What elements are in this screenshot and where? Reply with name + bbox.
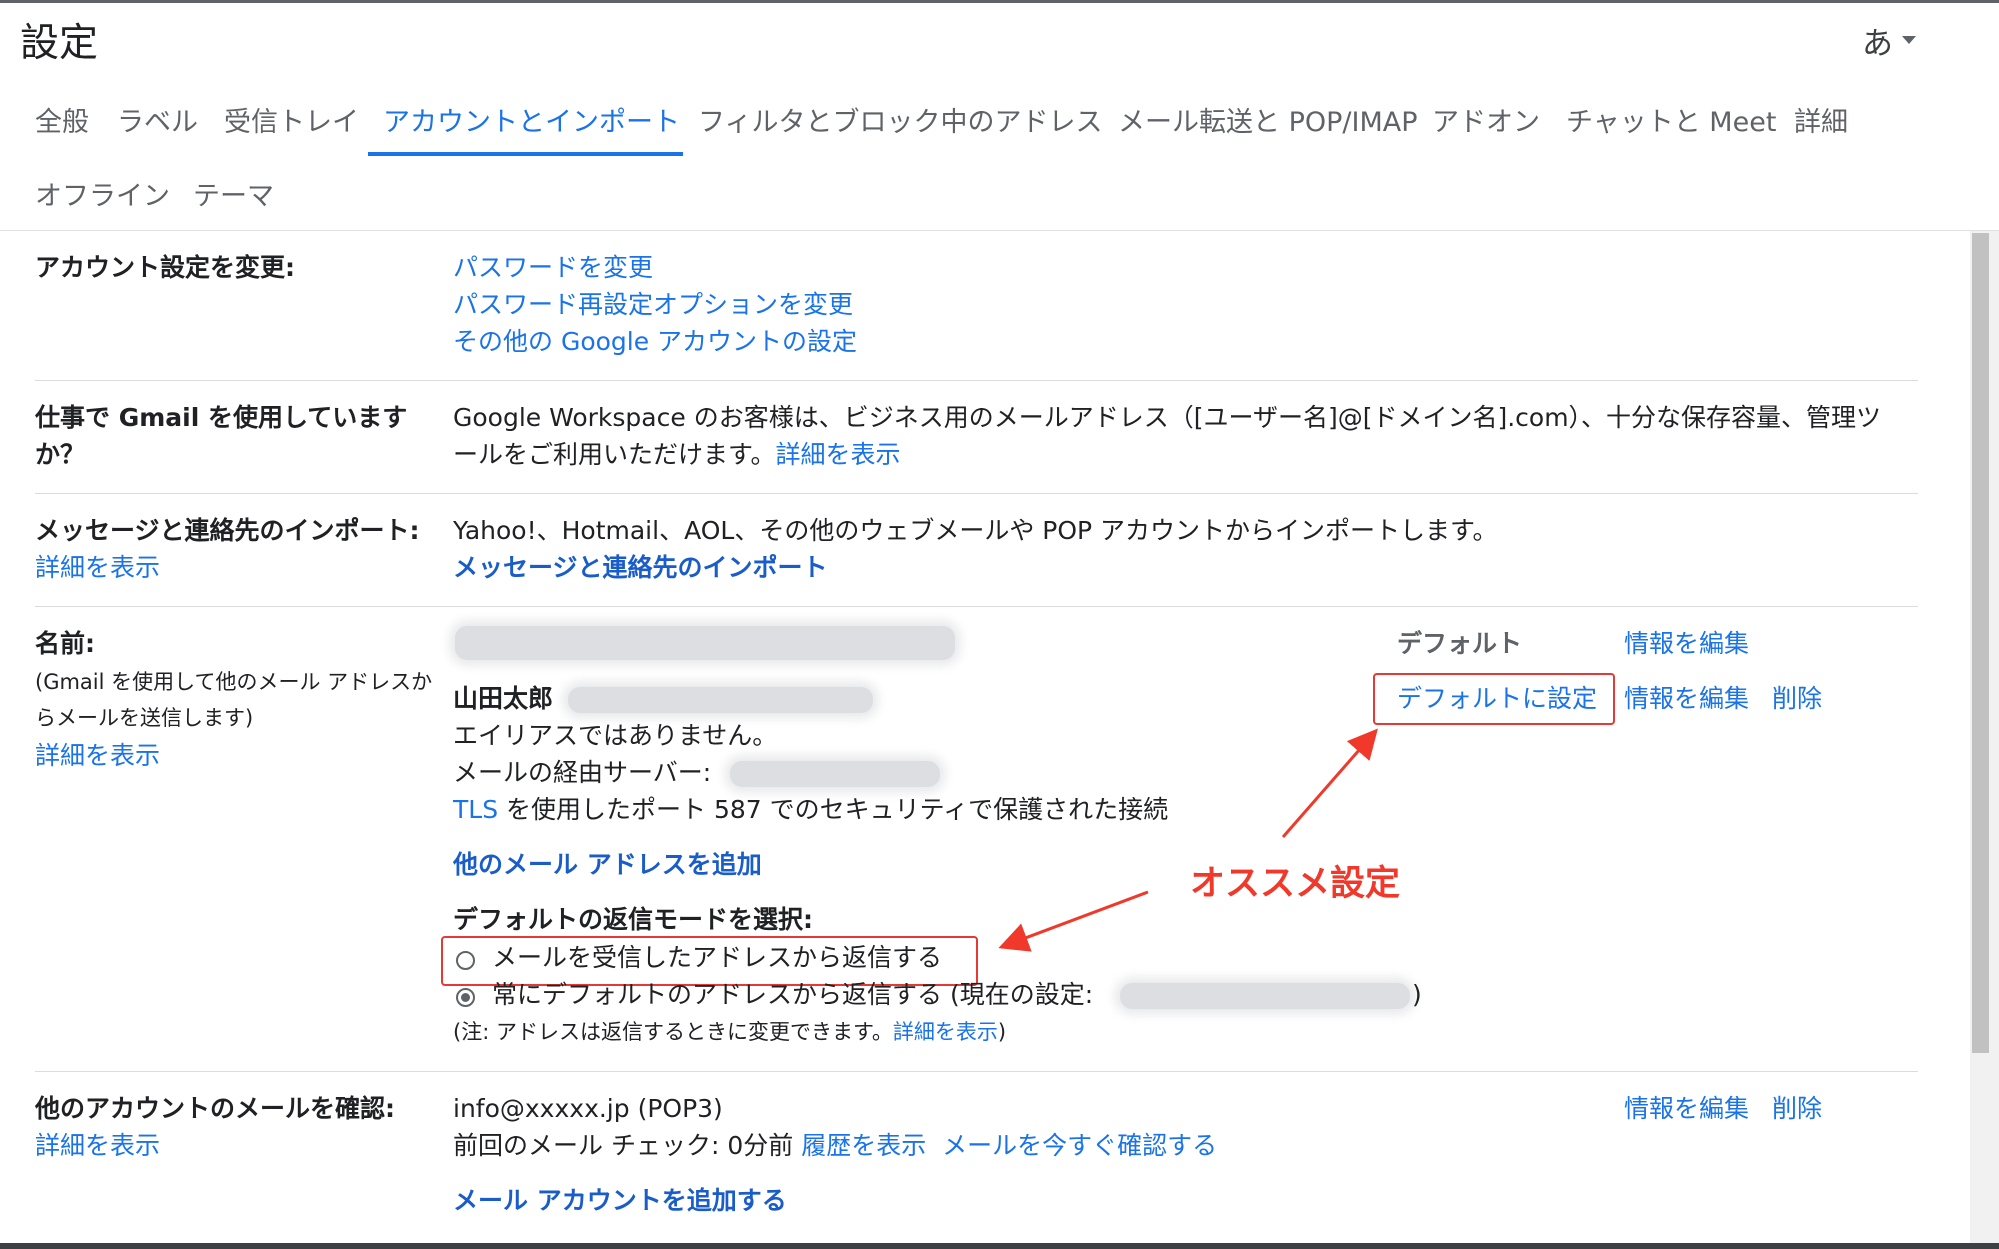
- tab-chat-meet[interactable]: チャットと Meet: [1566, 100, 1776, 139]
- last-check-row: 前回のメール チェック: 0分前 履歴を表示 メールを今すぐ確認する: [453, 1131, 1218, 1160]
- reply-note-learn-more-link[interactable]: 詳細を表示: [893, 1020, 998, 1044]
- tab-addons[interactable]: アドオン: [1432, 100, 1540, 139]
- change-password-link[interactable]: パスワードを変更: [453, 250, 653, 286]
- reply-from-default-radio[interactable]: [456, 988, 475, 1007]
- edit-info-link[interactable]: 情報を編集: [1624, 681, 1749, 717]
- tab-accounts-import[interactable]: アカウントとインポート: [383, 100, 680, 139]
- sendas-learn-more-link[interactable]: 詳細を表示: [35, 738, 160, 774]
- view-history-link[interactable]: 履歴を表示: [801, 1131, 926, 1160]
- section-divider: [35, 380, 1918, 381]
- tabs-divider: [0, 230, 1999, 231]
- workspace-label-cont: か？: [35, 440, 86, 469]
- tab-advanced[interactable]: 詳細: [1794, 100, 1848, 139]
- redacted-address: [455, 626, 955, 660]
- edit-info-link[interactable]: 情報を編集: [1624, 1091, 1749, 1127]
- input-tools-button[interactable]: あ: [1862, 18, 1893, 63]
- add-mail-account-link[interactable]: メール アカウントを追加する: [453, 1183, 787, 1219]
- recommended-annotation: オススメ設定: [1190, 864, 1401, 904]
- annotation-arrows: [998, 728, 1378, 952]
- default-column-header: デフォルト: [1397, 629, 1523, 658]
- google-account-settings-link[interactable]: その他の Google アカウントの設定: [453, 324, 857, 360]
- import-description: Yahoo!、Hotmail、AOL、その他のウェブメールや POP アカウント…: [453, 516, 1498, 545]
- reply-from-default-label[interactable]: 常にデフォルトのアドレスから返信する (現在の設定:: [492, 977, 1093, 1013]
- reply-option-close-paren: ): [1412, 980, 1422, 1009]
- sendas-description: (Gmail を使用して他のメール アドレスか: [35, 670, 433, 694]
- import-label: メッセージと連絡先のインポート:: [35, 516, 420, 545]
- section-divider: [35, 606, 1918, 607]
- check-mail-label: 他のアカウントのメールを確認:: [35, 1094, 395, 1123]
- tab-offline[interactable]: オフライン: [35, 174, 170, 213]
- chevron-down-icon[interactable]: [1902, 36, 1916, 44]
- no-alias-text: エイリアスではありません。: [453, 721, 778, 750]
- tab-themes[interactable]: テーマ: [193, 174, 274, 213]
- delete-link[interactable]: 削除: [1772, 681, 1822, 717]
- redacted-address: [1120, 983, 1410, 1009]
- redacted-address: [568, 687, 873, 713]
- reply-mode-label: デフォルトの返信モードを選択:: [453, 905, 813, 934]
- check-mail-now-link[interactable]: メールを今すぐ確認する: [942, 1131, 1217, 1160]
- highlight-box: [1373, 673, 1615, 725]
- via-server-text: メールの経由サーバー:: [453, 758, 712, 787]
- tab-forwarding-pop-imap[interactable]: メール転送と POP/IMAP: [1118, 100, 1418, 139]
- window-bottom-border: [0, 1243, 1999, 1249]
- change-recovery-link[interactable]: パスワード再設定オプションを変更: [453, 287, 853, 323]
- workspace-description-cont: ールをご利用いただけます。詳細を表示: [453, 440, 901, 469]
- workspace-label: 仕事で Gmail を使用しています: [35, 403, 408, 432]
- sendas-description-cont: らメールを送信します): [35, 706, 254, 730]
- workspace-description: Google Workspace のお客様は、ビジネス用のメールアドレス（[ユー…: [453, 403, 1882, 432]
- account-settings-label: アカウント設定を変更:: [35, 253, 295, 282]
- tab-inbox[interactable]: 受信トレイ: [224, 100, 359, 139]
- arrow-to-make-default: [1281, 728, 1378, 838]
- import-learn-more-link[interactable]: 詳細を表示: [35, 550, 160, 586]
- pop3-account: info@xxxxx.jp (POP3): [453, 1094, 723, 1123]
- workspace-learn-more-link[interactable]: 詳細を表示: [776, 440, 901, 469]
- check-mail-learn-more-link[interactable]: 詳細を表示: [35, 1128, 160, 1164]
- delete-link[interactable]: 削除: [1772, 1091, 1822, 1127]
- scrollbar-thumb[interactable]: [1972, 233, 1989, 1053]
- sender-name: 山田太郎: [453, 684, 554, 713]
- import-messages-link[interactable]: メッセージと連絡先のインポート: [453, 550, 828, 586]
- tls-link[interactable]: TLS: [453, 795, 498, 824]
- tab-filters[interactable]: フィルタとブロック中のアドレス: [698, 100, 1102, 139]
- sendas-label: 名前:: [35, 629, 95, 658]
- tab-general[interactable]: 全般: [35, 100, 89, 139]
- section-divider: [35, 1071, 1918, 1072]
- page-title: 設定: [20, 21, 99, 66]
- add-address-link[interactable]: 他のメール アドレスを追加: [453, 847, 762, 883]
- section-divider: [35, 493, 1918, 494]
- redacted-server: [730, 761, 940, 787]
- window-top-border: [0, 0, 1999, 3]
- tab-labels[interactable]: ラベル: [117, 100, 198, 139]
- edit-info-link[interactable]: 情報を編集: [1624, 626, 1749, 662]
- tls-connection-text: TLS を使用したポート 587 でのセキュリティで保護された接続: [453, 795, 1169, 824]
- arrow-to-reply-option: [998, 890, 1149, 952]
- reply-note: (注: アドレスは返信するときに変更できます。詳細を表示): [453, 1020, 1007, 1044]
- active-tab-indicator: [368, 152, 683, 156]
